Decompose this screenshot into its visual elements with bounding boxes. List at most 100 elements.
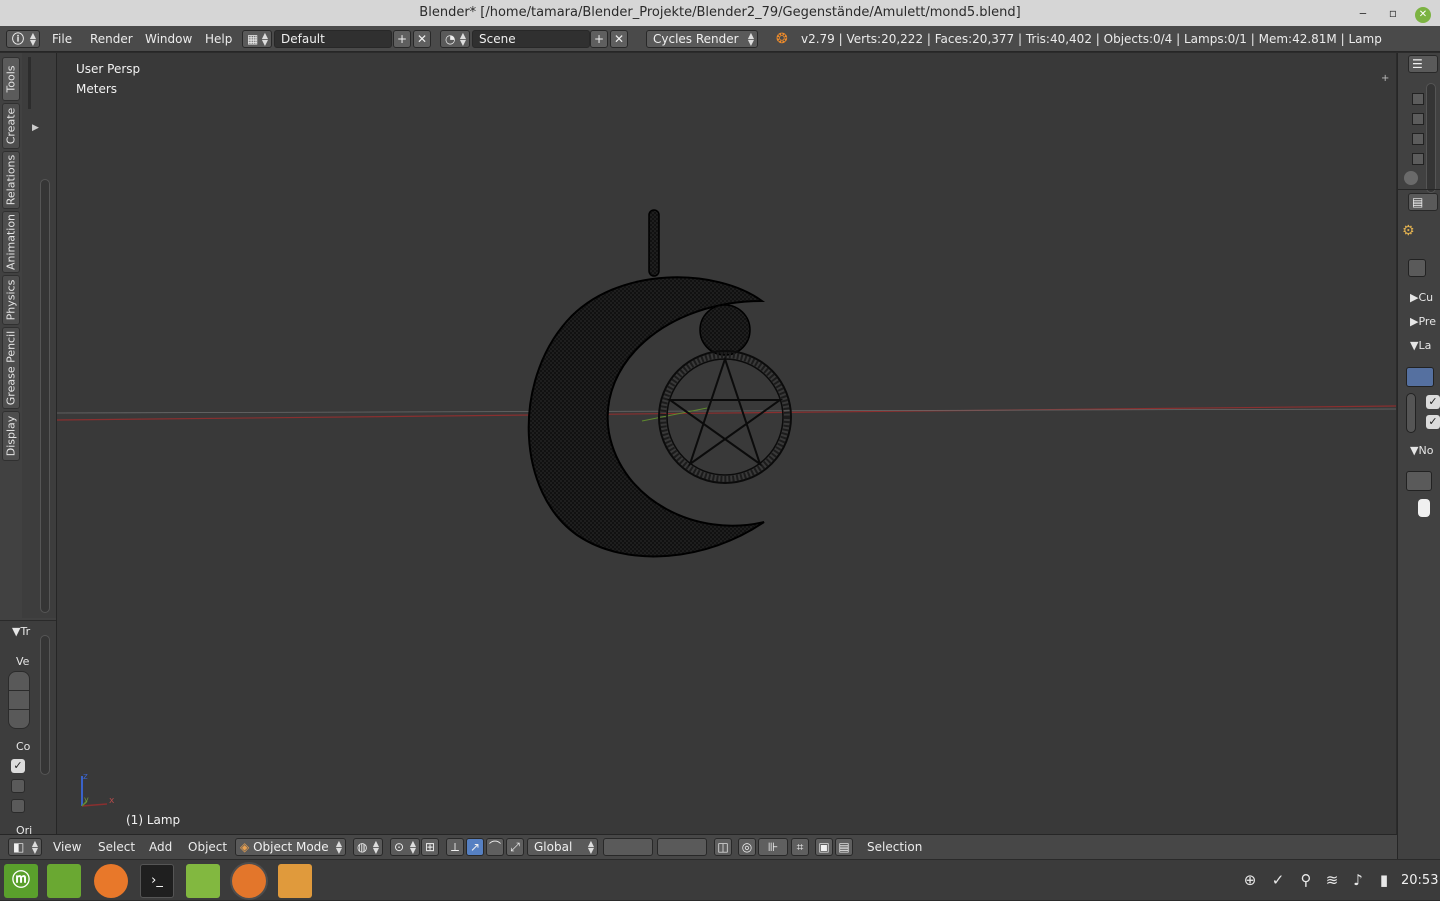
menu-view[interactable]: View (53, 835, 81, 860)
transform-manipulator-toggle[interactable]: ⟂ (446, 838, 464, 856)
update-manager-icon[interactable]: ⊕ (1240, 870, 1260, 890)
delete-scene-button[interactable]: ✕ (610, 30, 628, 48)
close-button[interactable]: ✕ (1410, 0, 1436, 26)
layer-buttons-group-2[interactable] (657, 838, 707, 856)
scale-manipulator-button[interactable]: ⤢ (506, 838, 524, 856)
opengl-render-button[interactable]: ▣ (815, 838, 833, 856)
tab-physics[interactable]: Physics (2, 275, 20, 325)
panel-header-no[interactable]: ▼No (1410, 444, 1433, 457)
gizmo-z-label: z (83, 772, 88, 782)
3d-viewport[interactable]: User Persp Meters (1) Lamp + z x y (57, 53, 1396, 834)
mode-dropdown[interactable]: ◈ Object Mode ▲ ▼ (235, 838, 346, 856)
properties-editor-selector[interactable]: ▤ (1408, 193, 1438, 211)
scene-selector[interactable]: ◔ ▲ ▼ (440, 30, 470, 48)
opengl-animation-button[interactable]: ▤ (835, 838, 853, 856)
menu-render[interactable]: Render (90, 26, 133, 52)
lamp-slider[interactable] (1406, 393, 1416, 433)
panel-header-pre[interactable]: ▶Pre (1410, 315, 1436, 328)
viewport-shading-dropdown[interactable]: ◍ ▲ ▼ (353, 838, 383, 856)
editor-type-selector[interactable]: ⓘ ▲ ▼ (6, 30, 40, 48)
tab-create[interactable]: Create (2, 103, 20, 149)
manipulate-center-button[interactable]: ⊞ (421, 838, 439, 856)
panel-header-la[interactable]: ▼La (1410, 339, 1431, 352)
panel-expand-icon[interactable]: ▶ (32, 123, 39, 133)
terminal-icon[interactable]: ›_ (140, 864, 174, 898)
screen-layout-selector[interactable]: ▦ ▲ ▼ (242, 30, 272, 48)
context-tabs-icon[interactable]: ⚙ (1402, 223, 1415, 239)
mint-menu-icon[interactable]: ⓜ (4, 864, 38, 898)
amulet-bail (648, 209, 660, 277)
outliner-item-icon[interactable] (1412, 153, 1424, 165)
lock-layers-button[interactable]: ◫ (714, 838, 732, 856)
menu-add[interactable]: Add (149, 835, 172, 860)
tab-relations[interactable]: Relations (2, 151, 20, 209)
archive-manager-icon[interactable] (278, 864, 312, 898)
desktop-icon[interactable] (47, 864, 81, 898)
gizmo-x-axis (81, 803, 108, 807)
add-scene-button[interactable]: + (590, 30, 608, 48)
tab-grease-pencil[interactable]: Grease Pencil (2, 327, 20, 409)
constraint-checkbox-3[interactable] (11, 799, 25, 813)
volume-icon[interactable]: ♪ (1348, 870, 1368, 890)
minimize-button[interactable]: ‒ (1350, 0, 1376, 26)
menu-object[interactable]: Object (188, 835, 227, 860)
info-icon: ⓘ (12, 32, 25, 46)
lamp-option-checkbox-1[interactable]: ✓ (1426, 395, 1440, 409)
battery-icon[interactable]: ▮ (1374, 870, 1394, 890)
firefox-icon[interactable] (94, 864, 128, 898)
object-data-tab[interactable] (1408, 259, 1426, 277)
tool-shelf-scrollbar[interactable] (40, 179, 50, 613)
blender-taskbar-icon[interactable] (232, 864, 266, 898)
editor-type-selector[interactable]: ◧ ▲ ▼ (8, 838, 42, 856)
menu-file[interactable]: File (52, 26, 72, 52)
screen-layout-field[interactable]: Default (274, 30, 392, 48)
snap-element-dropdown[interactable]: ⊪ (758, 838, 788, 856)
scene-field[interactable]: Scene (472, 30, 590, 48)
delete-layout-button[interactable]: ✕ (413, 30, 431, 48)
render-engine-dropdown[interactable]: Cycles Render ▲ ▼ (646, 30, 758, 48)
constraint-checkbox-1[interactable]: ✓ (11, 759, 25, 773)
redshift-icon[interactable]: ⚲ (1296, 870, 1316, 890)
tab-label: Tools (4, 65, 18, 93)
proportional-icon: ◎ (741, 840, 753, 854)
tab-animation[interactable]: Animation (2, 211, 20, 273)
outliner-item-icon[interactable] (1412, 133, 1424, 145)
menu-help[interactable]: Help (205, 26, 232, 52)
wifi-icon[interactable]: ≋ (1322, 870, 1342, 890)
dropdown-arrows-icon: ▲ ▼ (335, 839, 342, 855)
operator-panel-title[interactable]: ▼Tr (12, 625, 30, 638)
operator-panel-scrollbar[interactable] (40, 635, 50, 775)
vector-field[interactable] (8, 671, 30, 729)
transform-orientation-dropdown[interactable]: Global ▲ ▼ (527, 838, 598, 856)
lamp-type-selector[interactable] (1406, 367, 1434, 387)
nodes-button[interactable] (1406, 471, 1432, 491)
outliner-sphere-icon[interactable] (1404, 171, 1418, 185)
lamp-option-checkbox-2[interactable]: ✓ (1426, 415, 1440, 429)
tab-tools[interactable]: Tools (2, 57, 20, 101)
file-manager-icon[interactable] (186, 864, 220, 898)
tab-display[interactable]: Display (2, 411, 20, 461)
menu-select[interactable]: Select (98, 835, 135, 860)
clock[interactable]: 20:53 (1401, 860, 1438, 901)
proportional-editing-button[interactable]: ◎ (738, 838, 756, 856)
color-swatch[interactable] (1418, 499, 1430, 517)
menu-window[interactable]: Window (145, 26, 192, 52)
outliner-scrollbar[interactable] (1426, 83, 1436, 193)
check-icon: ✓ (1428, 415, 1438, 428)
translate-manipulator-button[interactable]: ↗ (466, 838, 484, 856)
center-icon: ⊞ (424, 840, 436, 854)
outliner-editor-selector[interactable]: ☰ (1408, 55, 1438, 73)
add-layout-button[interactable]: + (393, 30, 411, 48)
panel-title: No (1418, 444, 1434, 457)
amulet-mesh[interactable] (527, 209, 792, 558)
pivot-point-dropdown[interactable]: ⊙ ▲ ▼ (390, 838, 420, 856)
maximize-button[interactable]: ▫ (1380, 0, 1406, 26)
panel-header-cu[interactable]: ▶Cu (1410, 291, 1433, 304)
constraint-checkbox-2[interactable] (11, 779, 25, 793)
outliner-item-icon[interactable] (1412, 93, 1424, 105)
security-shield-icon[interactable]: ✓ (1268, 870, 1288, 890)
rotate-manipulator-button[interactable]: ⌒ (486, 838, 504, 856)
snap-target-button[interactable]: ⌗ (791, 838, 809, 856)
layer-buttons-group-1[interactable] (603, 838, 653, 856)
outliner-item-icon[interactable] (1412, 113, 1424, 125)
